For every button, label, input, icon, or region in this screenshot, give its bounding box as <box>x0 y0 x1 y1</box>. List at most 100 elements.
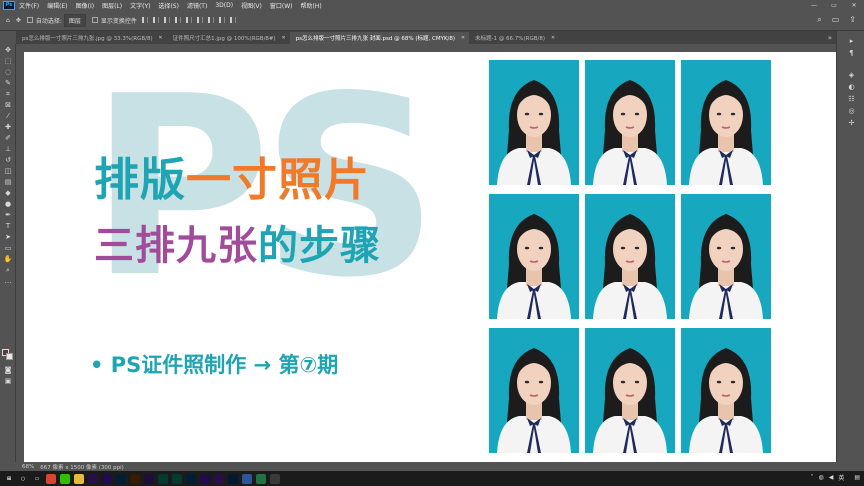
chrome-icon[interactable] <box>46 473 56 484</box>
menu-3d[interactable]: 3D(D) <box>215 2 233 9</box>
quick-mask-icon[interactable]: ◙ <box>3 366 13 374</box>
menu-filter[interactable]: 滤镜(T) <box>187 1 207 10</box>
document-info[interactable]: 667 像素 x 1500 像素 (300 ppi) <box>40 463 124 471</box>
dodge-tool-icon[interactable]: ● <box>3 200 13 208</box>
excel-icon[interactable] <box>256 473 266 484</box>
zoom-level[interactable]: 68% <box>22 464 34 470</box>
pr2-icon[interactable] <box>214 473 224 484</box>
align-top-icon[interactable] <box>174 17 181 23</box>
type-tool-icon[interactable]: T <box>3 222 13 230</box>
align-right-icon[interactable] <box>163 17 170 23</box>
start-icon[interactable]: ⊞ <box>4 473 14 484</box>
close-icon[interactable]: ✕ <box>461 35 465 41</box>
gradient-tool-icon[interactable]: ▤ <box>3 178 13 186</box>
channels-panel-icon[interactable]: ◎ <box>847 107 856 115</box>
eraser-tool-icon[interactable]: ◫ <box>3 167 13 175</box>
align-left-icon[interactable] <box>141 17 148 23</box>
auto-select-dropdown[interactable]: 图层 <box>63 13 86 27</box>
task-view-icon[interactable]: ▭ <box>32 473 42 484</box>
document-canvas[interactable]: PS 排版一寸照片 三排九张的步骤 • PS证件照制作 → 第⑦期 <box>24 52 836 462</box>
paths-panel-icon[interactable]: ✢ <box>847 119 856 127</box>
explorer-icon[interactable] <box>74 473 84 484</box>
frame-tool-icon[interactable]: ⊠ <box>3 101 13 109</box>
layers-panel-icon[interactable]: ◈ <box>847 71 856 79</box>
audition2-icon[interactable] <box>172 473 182 484</box>
align-center-icon[interactable] <box>152 17 159 23</box>
lasso-tool-icon[interactable]: ◌ <box>3 68 13 76</box>
menu-view[interactable]: 视图(V) <box>241 1 262 10</box>
pen-tool-icon[interactable]: ✒ <box>3 211 13 219</box>
share-icon[interactable]: ⇪ <box>849 16 856 24</box>
maximize-button[interactable]: ▭ <box>824 0 844 10</box>
volume-icon[interactable]: ◀ <box>829 474 834 481</box>
show-transform-checkbox[interactable]: 显示变换控件 <box>91 16 137 25</box>
zoom-tool-icon[interactable]: ⌕ <box>3 266 13 274</box>
menu-file[interactable]: 文件(F) <box>19 1 39 10</box>
tab-document-4[interactable]: 未标题-1 @ 66.7%(RGB/8) ✕ <box>469 32 559 44</box>
tray-up-icon[interactable]: ˄ <box>810 474 813 481</box>
tab-document-active[interactable]: ps怎么排版一寸照片三排九张 封面.psd @ 68% (标题, CMYK/8)… <box>289 32 470 44</box>
background-color-swatch[interactable] <box>6 353 13 360</box>
tab-document-1[interactable]: ps怎么排版一寸照片三排九张.jpg @ 33.3%(RGB/8) ✕ <box>16 32 167 44</box>
eyedropper-tool-icon[interactable]: ⁄ <box>3 112 13 120</box>
notifications-icon[interactable]: ▤ <box>854 474 860 481</box>
menu-help[interactable]: 帮助(H) <box>301 1 322 10</box>
properties-panel-icon[interactable]: ☷ <box>847 95 856 103</box>
stamp-tool-icon[interactable]: ⊥ <box>3 145 13 153</box>
search-icon[interactable]: ○ <box>18 473 28 484</box>
ps-active-icon[interactable] <box>186 473 196 484</box>
lightroom-icon[interactable] <box>228 473 238 484</box>
word-icon[interactable] <box>242 473 252 484</box>
photoshop-icon[interactable] <box>116 473 126 484</box>
close-icon[interactable]: ✕ <box>551 35 555 41</box>
close-button[interactable]: ✕ <box>844 0 864 10</box>
search-icon[interactable]: ⌕ <box>817 16 821 24</box>
close-icon[interactable]: ✕ <box>158 35 162 41</box>
menu-image[interactable]: 图像(I) <box>76 1 94 10</box>
path-select-icon[interactable]: ➤ <box>3 233 13 241</box>
align-middle-icon[interactable] <box>185 17 192 23</box>
wechat-icon[interactable] <box>60 473 70 484</box>
healing-brush-icon[interactable]: ✚ <box>3 123 13 131</box>
more-tools-icon[interactable]: … <box>3 277 13 285</box>
home-icon[interactable]: ⌂ <box>6 17 10 24</box>
paragraph-panel-icon[interactable]: ¶ <box>847 49 856 57</box>
brush-tool-icon[interactable]: ✐ <box>3 134 13 142</box>
screen-mode-icon[interactable]: ▣ <box>3 377 13 385</box>
workspace-icon[interactable]: ▭ <box>832 16 840 24</box>
illustrator-icon[interactable] <box>130 473 140 484</box>
rectangle-tool-icon[interactable]: ▭ <box>3 244 13 252</box>
ae2-icon[interactable] <box>200 473 210 484</box>
crop-tool-icon[interactable]: ⌗ <box>3 90 13 98</box>
premiere-icon[interactable] <box>88 473 98 484</box>
close-icon[interactable]: ✕ <box>281 35 285 41</box>
tab-document-2[interactable]: 证件照尺寸汇总1.jpg @ 100%(RGB/8#) ✕ <box>167 32 290 44</box>
menu-layer[interactable]: 图层(L) <box>102 1 122 10</box>
distribute-v-icon[interactable] <box>218 17 225 23</box>
minimize-button[interactable]: — <box>804 0 824 10</box>
history-panel-icon[interactable]: ▸ <box>847 37 856 45</box>
adjustments-panel-icon[interactable]: ◐ <box>847 83 856 91</box>
tabs-overflow-button[interactable]: » <box>828 34 836 42</box>
align-bottom-icon[interactable] <box>196 17 203 23</box>
network-icon[interactable]: ◍ <box>818 474 823 481</box>
media-icon[interactable] <box>270 473 280 484</box>
ime-indicator[interactable]: 英 <box>838 473 844 482</box>
move-tool-icon[interactable]: ✥ <box>16 17 21 24</box>
menu-edit[interactable]: 编辑(E) <box>47 1 67 10</box>
media-encoder-icon[interactable] <box>144 473 154 484</box>
quick-select-tool-icon[interactable]: ✎ <box>3 79 13 87</box>
marquee-tool-icon[interactable]: ⬚ <box>3 57 13 65</box>
auto-select-checkbox[interactable]: 自动选择: <box>26 16 62 25</box>
distribute-icon[interactable] <box>207 17 214 23</box>
move-tool-icon[interactable]: ✥ <box>3 46 13 54</box>
hand-tool-icon[interactable]: ✋ <box>3 255 13 263</box>
menu-type[interactable]: 文字(Y) <box>130 1 150 10</box>
blur-tool-icon[interactable]: ◆ <box>3 189 13 197</box>
menu-window[interactable]: 窗口(W) <box>270 1 293 10</box>
audition-icon[interactable] <box>158 473 168 484</box>
distribute-h-icon[interactable] <box>229 17 236 23</box>
menu-select[interactable]: 选择(S) <box>158 1 179 10</box>
history-brush-icon[interactable]: ↺ <box>3 156 13 164</box>
after-effects-icon[interactable] <box>102 473 112 484</box>
